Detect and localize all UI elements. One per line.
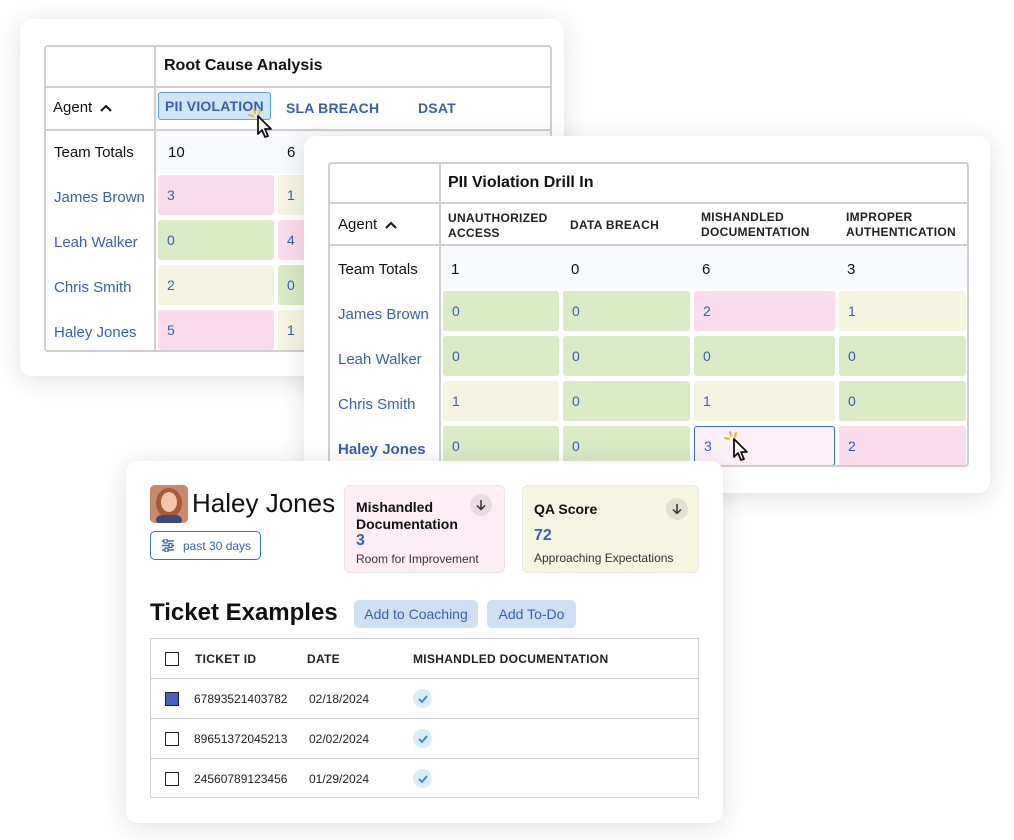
tab-sla-breach[interactable]: SLA BREACH (286, 100, 379, 116)
metric-card-qa-score: QA Score 72 Approaching Expectations (522, 485, 699, 573)
arrow-down-icon (672, 504, 682, 515)
row-checkbox[interactable] (165, 732, 179, 746)
cell-chris-improper[interactable]: 0 (839, 381, 966, 421)
cell-leah-unauth[interactable]: 0 (443, 336, 559, 376)
cell-james-breach[interactable]: 0 (563, 291, 690, 331)
ticket-id: 89651372045213 (194, 732, 288, 746)
add-todo-button[interactable]: Add To-Do (487, 600, 576, 628)
table-row[interactable]: 89651372045213 02/02/2024 (151, 719, 698, 759)
header-mishandled-documentation: MISHANDLED DOCUMENTATION (413, 652, 609, 666)
total-data-breach: 0 (571, 261, 580, 278)
period-label: past 30 days (183, 538, 252, 553)
ticket-table-header: TICKET ID DATE MISHANDLED DOCUMENTATION (151, 639, 698, 679)
metric-subtitle: Approaching Expectations (534, 551, 674, 565)
metric-value: 72 (534, 527, 552, 544)
agent-link-haley-jones[interactable]: Haley Jones (54, 324, 137, 341)
metric-title: Mishandled Documentation (356, 499, 458, 532)
cell-chris-pii[interactable]: 2 (158, 265, 274, 305)
row-checkbox[interactable] (165, 772, 179, 786)
row-checkbox[interactable] (165, 692, 179, 706)
agent-detail-card: Haley Jones past 30 days Mishandled Docu… (126, 461, 723, 823)
ticket-table: TICKET ID DATE MISHANDLED DOCUMENTATION … (150, 638, 699, 798)
arrow-down-icon (476, 500, 486, 511)
chevron-up-icon (100, 104, 112, 112)
arrow-down-button[interactable] (470, 494, 492, 516)
table-row[interactable]: 67893521403782 02/18/2024 (151, 679, 698, 719)
cell-haley-mishandled[interactable]: 3 (694, 426, 835, 465)
cursor-pointer-icon (724, 431, 748, 461)
total-mishandled: 6 (702, 261, 711, 278)
pii-drill-in-card: PII Violation Drill In Agent UNAUTHORIZE… (304, 136, 990, 493)
cell-haley-improper[interactable]: 2 (839, 426, 966, 465)
add-to-coaching-button[interactable]: Add to Coaching (354, 600, 478, 628)
cell-james-pii[interactable]: 3 (158, 175, 274, 215)
period-filter-button[interactable]: past 30 days (150, 531, 261, 560)
cell-chris-breach[interactable]: 0 (563, 381, 690, 421)
total-pii: 10 (168, 144, 185, 161)
chevron-up-icon (385, 221, 397, 229)
agent-link-leah-walker[interactable]: Leah Walker (338, 351, 422, 368)
agent-link-leah-walker[interactable]: Leah Walker (54, 234, 138, 251)
cell-chris-unauth[interactable]: 1 (443, 381, 559, 421)
agent-sort-header[interactable]: Agent (53, 99, 112, 116)
check-icon (413, 769, 432, 788)
cell-haley-pii[interactable]: 5 (158, 310, 274, 350)
cell-leah-mishandled[interactable]: 0 (694, 336, 835, 376)
metric-subtitle: Room for Improvement (356, 552, 479, 566)
agent-link-james-brown[interactable]: James Brown (54, 189, 145, 206)
agent-sort-header[interactable]: Agent (338, 216, 397, 233)
pii-drill-in-table: PII Violation Drill In Agent UNAUTHORIZE… (328, 162, 969, 467)
arrow-down-button[interactable] (666, 498, 688, 520)
ticket-id: 67893521403782 (194, 692, 288, 706)
ticket-id: 24560789123456 (194, 772, 288, 786)
agent-name-heading: Haley Jones (192, 488, 336, 518)
cell-leah-breach[interactable]: 0 (563, 336, 690, 376)
metric-card-mishandled: Mishandled Documentation 3 Room for Impr… (344, 485, 505, 573)
total-unauthorized: 1 (451, 261, 460, 278)
team-totals-label: Team Totals (54, 144, 134, 161)
ticket-date: 02/18/2024 (309, 692, 370, 706)
root-cause-title: Root Cause Analysis (164, 57, 323, 74)
agent-link-haley-jones[interactable]: Haley Jones (338, 441, 426, 458)
cell-james-unauth[interactable]: 0 (443, 291, 559, 331)
tab-dsat[interactable]: DSAT (418, 100, 456, 116)
col-data-breach[interactable]: DATA BREACH (570, 218, 680, 233)
agent-link-chris-smith[interactable]: Chris Smith (54, 279, 132, 296)
team-totals-label: Team Totals (338, 261, 418, 278)
ticket-date: 01/29/2024 (309, 772, 370, 786)
total-sla: 6 (287, 144, 296, 161)
cursor-pointer-icon (248, 108, 272, 138)
drill-in-title: PII Violation Drill In (448, 174, 594, 191)
header-ticket-id: TICKET ID (195, 652, 257, 666)
sliders-icon (162, 539, 174, 552)
avatar (150, 485, 188, 523)
cell-james-improper[interactable]: 1 (839, 291, 966, 331)
cell-leah-improper[interactable]: 0 (839, 336, 966, 376)
cell-chris-mishandled[interactable]: 1 (694, 381, 835, 421)
col-improper-authentication[interactable]: IMPROPER AUTHENTICATION (846, 210, 966, 240)
cell-haley-breach[interactable]: 0 (563, 426, 690, 465)
table-row[interactable]: 24560789123456 01/29/2024 (151, 759, 698, 799)
col-unauthorized-access[interactable]: UNAUTHORIZED ACCESS (448, 211, 558, 241)
agent-link-chris-smith[interactable]: Chris Smith (338, 396, 416, 413)
metric-value: 3 (356, 532, 365, 549)
agent-header-label: Agent (338, 216, 378, 233)
total-improper-auth: 3 (847, 261, 856, 278)
check-icon (413, 729, 432, 748)
cell-leah-pii[interactable]: 0 (158, 220, 274, 260)
ticket-examples-title: Ticket Examples (150, 599, 338, 626)
cell-haley-unauth[interactable]: 0 (443, 426, 559, 465)
header-date: DATE (307, 652, 340, 666)
check-icon (413, 689, 432, 708)
cell-james-mishandled[interactable]: 2 (694, 291, 835, 331)
agent-link-james-brown[interactable]: James Brown (338, 306, 429, 323)
agent-header-label: Agent (53, 99, 93, 116)
select-all-checkbox[interactable] (165, 652, 179, 666)
metric-title: QA Score (534, 501, 598, 517)
ticket-date: 02/02/2024 (309, 732, 370, 746)
col-mishandled-documentation[interactable]: MISHANDLED DOCUMENTATION (701, 210, 821, 240)
